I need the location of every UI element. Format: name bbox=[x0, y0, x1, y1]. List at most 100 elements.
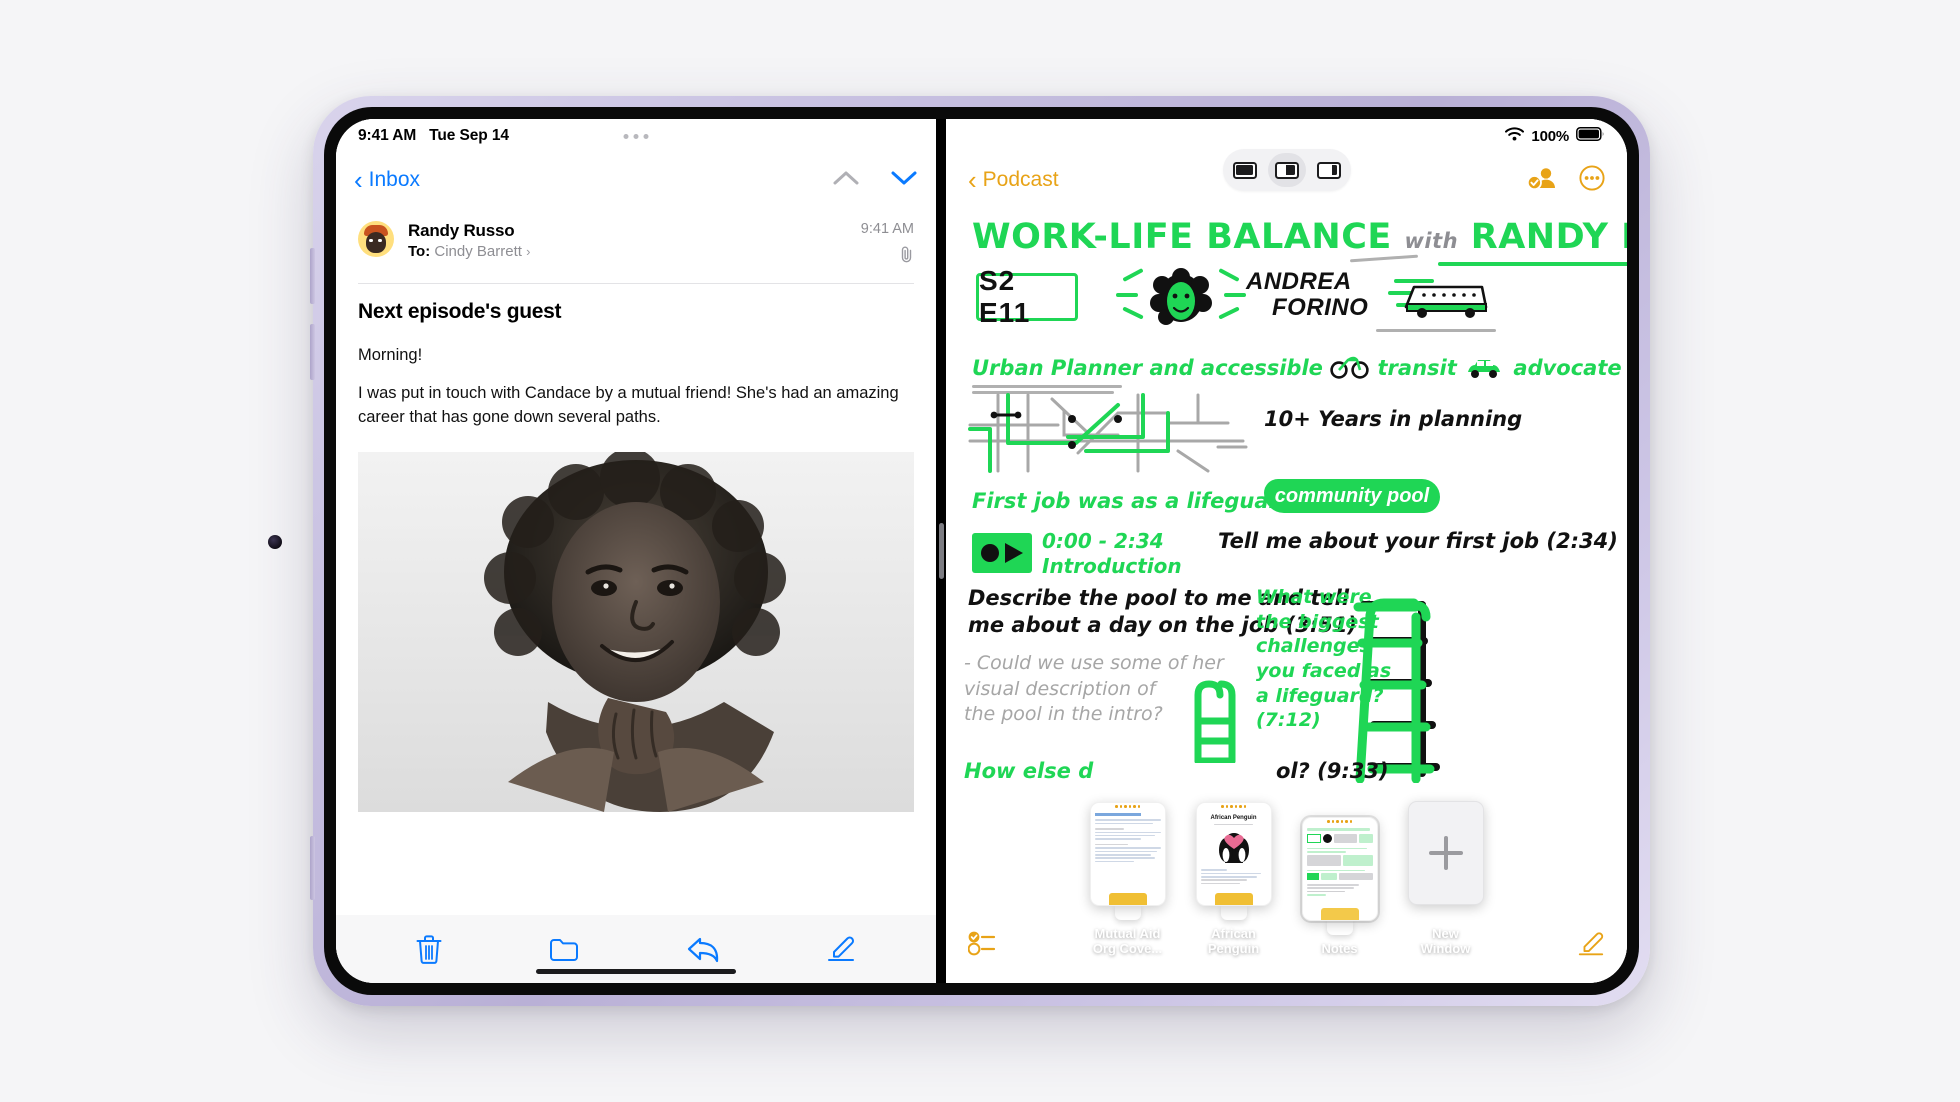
notes-sheet: 100% ‹ Podcast WORK-LIFE BALANCE with RA… bbox=[946, 119, 1627, 983]
ladder-doodle-small bbox=[1182, 677, 1248, 765]
window-thumbnail[interactable] bbox=[1299, 815, 1380, 924]
shelf-label-line2: Window bbox=[1420, 941, 1471, 957]
battery-percent: 100% bbox=[1531, 127, 1569, 145]
guest-name-line1: ANDREA bbox=[1246, 268, 1352, 295]
mail-header-right: 9:41 AM bbox=[861, 221, 914, 267]
status-bar-right: 100% bbox=[946, 119, 1627, 153]
more-ellipsis-icon[interactable] bbox=[1579, 164, 1605, 196]
ipad-device: 9:41 AM Tue Sep 14 ‹ Inbox Randy Russo T… bbox=[268, 96, 1650, 1006]
bicycle-icon bbox=[1330, 356, 1377, 380]
mail-message-nav bbox=[832, 169, 918, 192]
plus-icon bbox=[1428, 836, 1463, 871]
compose-icon[interactable] bbox=[1577, 930, 1605, 963]
status-time: 9:41 AM bbox=[358, 127, 417, 144]
window-shelf: Mutual Aid Org Cove... African Penguin A… bbox=[946, 801, 1627, 983]
guest-name: ANDREA FORINO bbox=[1246, 268, 1369, 322]
mail-message-body: Randy Russo To: Cindy Barrett › 9:41 AM bbox=[336, 207, 936, 915]
shelf-label: New Window bbox=[1408, 926, 1484, 957]
folder-icon[interactable] bbox=[549, 936, 579, 962]
note-line-urban-text: Urban Planner and accessible bbox=[972, 356, 1323, 380]
mail-recipient-row[interactable]: To: Cindy Barrett › bbox=[408, 243, 847, 260]
compose-icon[interactable] bbox=[826, 934, 856, 964]
note-title-with: with bbox=[1404, 229, 1459, 253]
mail-subject: Next episode's guest bbox=[358, 300, 562, 323]
mail-back-to-inbox-button[interactable]: ‹ Inbox bbox=[354, 167, 420, 193]
device-screen: 9:41 AM Tue Sep 14 ‹ Inbox Randy Russo T… bbox=[336, 119, 1627, 983]
mail-body-text: Morning! I was put in touch with Candace… bbox=[336, 330, 936, 430]
lifeguard-chair-doodle bbox=[1336, 597, 1442, 784]
notes-navigation-bar: ‹ Podcast bbox=[946, 149, 1627, 207]
note-gray-line1: - Could we use some of her bbox=[964, 652, 1224, 674]
multitasking-control bbox=[1222, 149, 1351, 191]
note-title-host: RANDY RUSSO bbox=[1470, 217, 1627, 257]
status-date: Tue Sep 14 bbox=[429, 127, 509, 144]
window-thumbnail[interactable]: African Penguin bbox=[1195, 802, 1272, 907]
shelf-item-new-window[interactable]: New Window bbox=[1407, 801, 1484, 957]
avatar bbox=[358, 221, 394, 257]
device-bezel: 9:41 AM Tue Sep 14 ‹ Inbox Randy Russo T… bbox=[268, 107, 1639, 995]
window-tab-handle[interactable] bbox=[1326, 920, 1353, 936]
mail-navigation-bar: ‹ Inbox bbox=[336, 153, 936, 207]
screenshot-stage: 9:41 AM Tue Sep 14 ‹ Inbox Randy Russo T… bbox=[0, 0, 1960, 1102]
note-canvas[interactable]: WORK-LIFE BALANCE with RANDY RUSSO S2 E1… bbox=[946, 207, 1627, 983]
notes-actions bbox=[1526, 164, 1605, 196]
reply-icon[interactable] bbox=[687, 935, 719, 963]
note-question-4-left: How else d bbox=[964, 759, 1094, 783]
mail-sender-name: Randy Russo bbox=[408, 221, 515, 240]
front-camera bbox=[268, 535, 282, 549]
notes-back-to-podcast-button[interactable]: ‹ Podcast bbox=[968, 167, 1059, 193]
shelf-item-mutual-aid-org-coverage[interactable]: Mutual Aid Org Cove... bbox=[1089, 802, 1166, 957]
bus-doodle bbox=[1398, 277, 1490, 318]
guest-name-line2: FORINO bbox=[1272, 294, 1369, 322]
window-tab-handle[interactable] bbox=[1220, 905, 1247, 921]
note-question-1: Tell me about your first job (2:34) bbox=[1218, 529, 1618, 553]
note-chapter-block: 0:00 - 2:34 Introduction bbox=[1042, 529, 1182, 579]
notes-pane: 100% ‹ Podcast WORK-LIFE BALANCE with RA… bbox=[946, 119, 1627, 983]
chevron-left-icon: ‹ bbox=[968, 165, 977, 195]
power-button[interactable] bbox=[310, 836, 315, 900]
battery-icon bbox=[1576, 126, 1605, 146]
mail-attached-photo[interactable] bbox=[358, 451, 914, 812]
shelf-item-notes[interactable]: Notes bbox=[1299, 815, 1380, 957]
volume-down-button[interactable] bbox=[310, 324, 315, 380]
status-bar-left: 9:41 AM Tue Sep 14 bbox=[336, 119, 936, 153]
add-person-icon[interactable] bbox=[1526, 166, 1557, 195]
note-line-urban-3: advocate bbox=[1513, 356, 1622, 380]
new-window-thumbnail[interactable] bbox=[1407, 801, 1484, 906]
note-chapter-name: Introduction bbox=[1042, 554, 1182, 578]
note-chapter-time: 0:00 - 2:34 bbox=[1042, 529, 1164, 553]
trash-icon[interactable] bbox=[416, 934, 442, 964]
mail-recipient-name: Cindy Barrett bbox=[434, 243, 522, 260]
wifi-icon bbox=[1505, 127, 1525, 146]
shelf-label: Mutual Aid Org Cove... bbox=[1090, 926, 1166, 957]
mail-timestamp: 9:41 AM bbox=[860, 221, 914, 237]
chevron-left-icon: ‹ bbox=[354, 165, 363, 195]
chevron-up-icon[interactable] bbox=[832, 169, 860, 192]
volume-up-button[interactable] bbox=[310, 248, 315, 304]
note-line-urban: Urban Planner and accessible transit adv… bbox=[972, 355, 1622, 380]
shelf-item-african-penguin[interactable]: African Penguin African Penguin bbox=[1195, 802, 1272, 957]
split-view-divider[interactable] bbox=[936, 119, 946, 983]
shelf-label-line1: Notes bbox=[1321, 941, 1358, 957]
title-underline bbox=[1438, 262, 1627, 266]
multitask-dots-icon[interactable] bbox=[623, 133, 649, 139]
slide-over-icon[interactable] bbox=[1310, 153, 1348, 187]
window-tab-handle[interactable] bbox=[1114, 905, 1141, 921]
divider-grabber[interactable] bbox=[939, 523, 944, 579]
note-title: WORK-LIFE BALANCE bbox=[972, 217, 1392, 257]
chevron-down-icon[interactable] bbox=[890, 169, 918, 192]
note-title-row: WORK-LIFE BALANCE with RANDY RUSSO bbox=[972, 217, 1627, 257]
checklist-icon[interactable] bbox=[967, 930, 998, 961]
shelf-label-line2: Penguin bbox=[1207, 941, 1260, 957]
status-left-group: 9:41 AM Tue Sep 14 bbox=[358, 127, 509, 145]
notes-back-label: Podcast bbox=[982, 168, 1059, 191]
shelf-label-line1: African bbox=[1211, 926, 1256, 942]
penguin-thumb-title: African Penguin bbox=[1210, 815, 1257, 822]
note-question-4-right: ol? (9:33) bbox=[1276, 759, 1389, 783]
window-thumbnail[interactable] bbox=[1089, 802, 1166, 907]
home-indicator-left[interactable] bbox=[536, 969, 736, 974]
full-screen-icon[interactable] bbox=[1226, 153, 1264, 187]
split-view-icon[interactable] bbox=[1267, 153, 1306, 187]
episode-badge: S2 E11 bbox=[976, 265, 1078, 328]
status-right-group: 100% bbox=[1505, 126, 1605, 146]
